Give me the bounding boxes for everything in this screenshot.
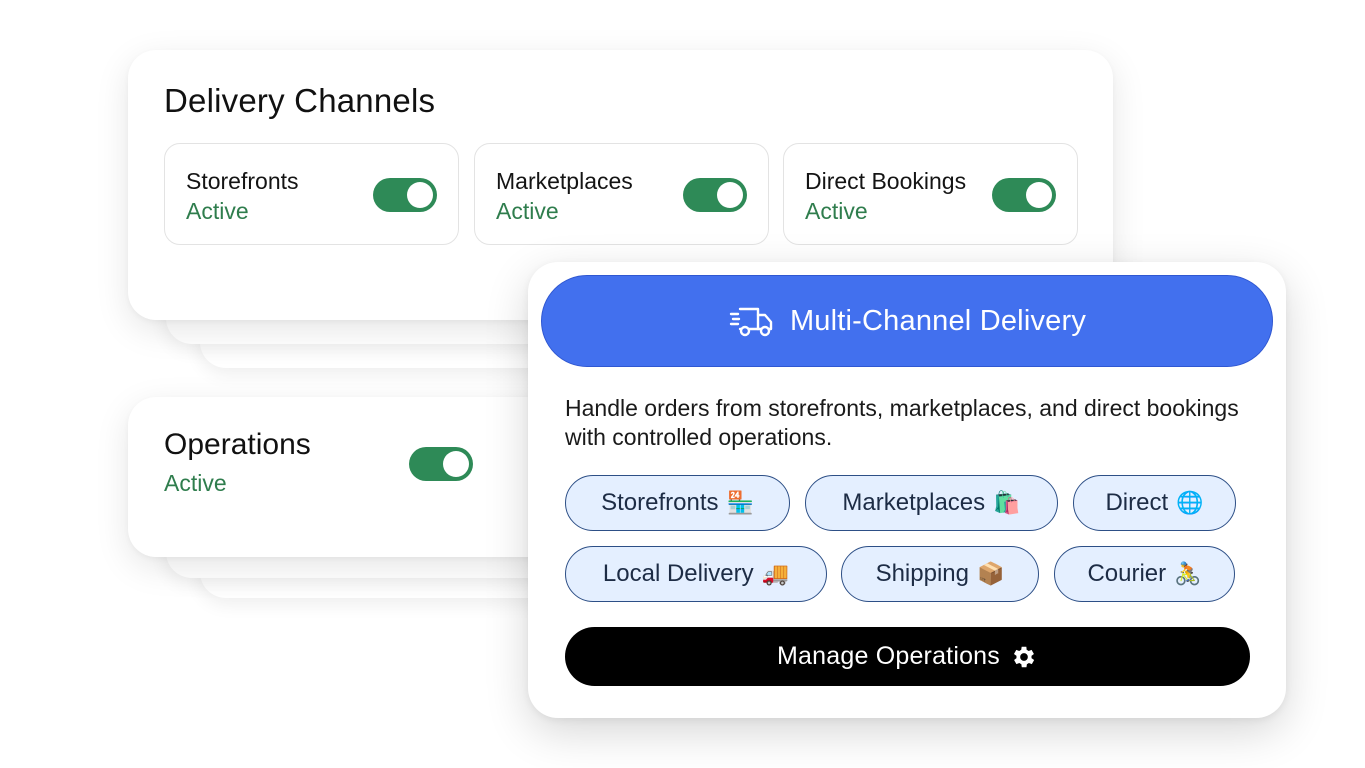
popup-header: Multi-Channel Delivery xyxy=(541,275,1273,367)
delivery-truck-icon xyxy=(729,307,773,337)
operations-title: Operations xyxy=(164,428,311,461)
channel-status: Active xyxy=(805,198,868,224)
direct-bookings-toggle[interactable] xyxy=(992,178,1056,212)
storefront-icon: 🏪 xyxy=(726,490,754,515)
app-stage: Delivery Channels Storefronts Active Mar… xyxy=(0,0,1365,768)
channel-tile-marketplaces: Marketplaces Active xyxy=(474,143,769,245)
channel-tile-storefronts: Storefronts Active xyxy=(164,143,459,245)
channel-name: Marketplaces xyxy=(496,168,633,194)
shopping-bags-icon: 🛍️ xyxy=(993,490,1021,515)
toggle-knob xyxy=(717,182,743,208)
manage-operations-button[interactable]: Manage Operations xyxy=(565,627,1250,686)
channel-status: Active xyxy=(496,198,559,224)
globe-icon: 🌐 xyxy=(1176,490,1204,515)
chip-marketplaces[interactable]: Marketplaces 🛍️ xyxy=(805,475,1058,531)
toggle-knob xyxy=(443,451,469,477)
marketplaces-toggle[interactable] xyxy=(683,178,747,212)
popup-title: Multi-Channel Delivery xyxy=(789,304,1087,337)
operations-status: Active xyxy=(164,470,227,496)
multi-channel-delivery-popup: Multi-Channel Delivery Handle orders fro… xyxy=(528,262,1286,718)
manage-operations-label: Manage Operations xyxy=(777,642,1000,670)
gear-icon xyxy=(1013,646,1035,667)
storefronts-toggle[interactable] xyxy=(373,178,437,212)
channel-tile-direct-bookings: Direct Bookings Active xyxy=(783,143,1078,245)
chip-shipping[interactable]: Shipping 📦 xyxy=(841,546,1039,602)
chip-label: Storefronts xyxy=(601,489,719,516)
channel-name: Direct Bookings xyxy=(805,168,967,194)
chip-label: Shipping xyxy=(875,560,969,587)
chip-direct[interactable]: Direct 🌐 xyxy=(1073,475,1236,531)
chip-courier[interactable]: Courier 🚴 xyxy=(1054,546,1235,602)
package-icon: 📦 xyxy=(977,561,1005,586)
chip-label: Local Delivery xyxy=(602,560,754,587)
delivery-channels-title: Delivery Channels xyxy=(164,82,436,119)
chip-label: Marketplaces xyxy=(842,489,986,516)
chip-label: Courier xyxy=(1087,560,1167,587)
chip-label: Direct xyxy=(1105,489,1169,516)
chip-storefronts[interactable]: Storefronts 🏪 xyxy=(565,475,790,531)
channel-name: Storefronts xyxy=(186,168,299,194)
popup-description: Handle orders from storefronts, marketpl… xyxy=(565,395,1239,450)
chip-local-delivery[interactable]: Local Delivery 🚚 xyxy=(565,546,827,602)
truck-icon: 🚚 xyxy=(761,561,790,586)
toggle-knob xyxy=(1026,182,1052,208)
operations-toggle[interactable] xyxy=(409,447,473,481)
toggle-knob xyxy=(407,182,433,208)
cyclist-icon: 🚴 xyxy=(1174,561,1202,586)
channel-status: Active xyxy=(186,198,249,224)
